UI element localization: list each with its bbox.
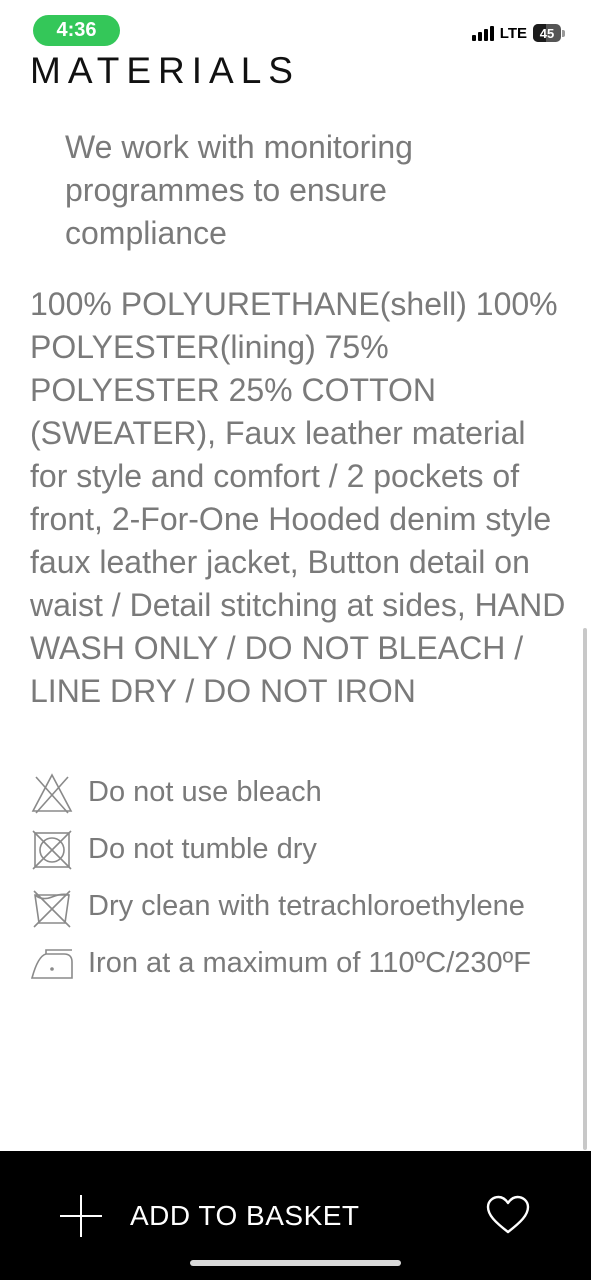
battery-level: 45	[539, 25, 555, 41]
care-item-no-tumble-dry: Do not tumble dry	[30, 821, 580, 878]
care-item-iron: Iron at a maximum of 110ºC/230ºF	[30, 935, 580, 992]
compliance-note: We work with monitoring programmes to en…	[65, 129, 413, 251]
section-title: MATERIALS	[30, 50, 300, 91]
network-type: LTE	[499, 24, 527, 42]
care-item-no-bleach: Do not use bleach	[30, 764, 580, 821]
no-tumble-dry-icon	[32, 829, 72, 870]
add-to-basket-button[interactable]: ADD TO BASKET	[60, 1191, 360, 1241]
care-label: Do not tumble dry	[88, 833, 317, 865]
status-indicators: LTE 45	[471, 22, 567, 44]
iron-low-icon	[30, 948, 73, 979]
care-instructions: Do not use bleach Do not tumble dry Dry …	[30, 764, 580, 992]
dry-clean-icon	[33, 889, 71, 928]
care-label: Dry clean with tetrachloroethylene	[88, 890, 525, 922]
care-label: Iron at a maximum of 110ºC/230ºF	[88, 947, 531, 979]
home-indicator[interactable]	[190, 1260, 401, 1266]
battery-icon: 45	[533, 23, 567, 43]
plus-icon	[60, 1195, 102, 1237]
heart-icon[interactable]	[485, 1194, 531, 1236]
care-item-dry-clean: Dry clean with tetrachloroethylene	[30, 878, 580, 935]
scrollbar[interactable]	[583, 628, 587, 1150]
care-label: Do not use bleach	[88, 776, 322, 808]
no-bleach-icon	[31, 772, 73, 814]
status-bar: 4:36 LTE 45	[0, 0, 591, 56]
cellular-signal-icon	[471, 25, 494, 41]
add-to-basket-label: ADD TO BASKET	[130, 1200, 360, 1231]
material-composition: 100% POLYURETHANE(shell) 100% POLYESTER(…	[30, 286, 566, 709]
status-time: 4:36	[33, 15, 120, 46]
